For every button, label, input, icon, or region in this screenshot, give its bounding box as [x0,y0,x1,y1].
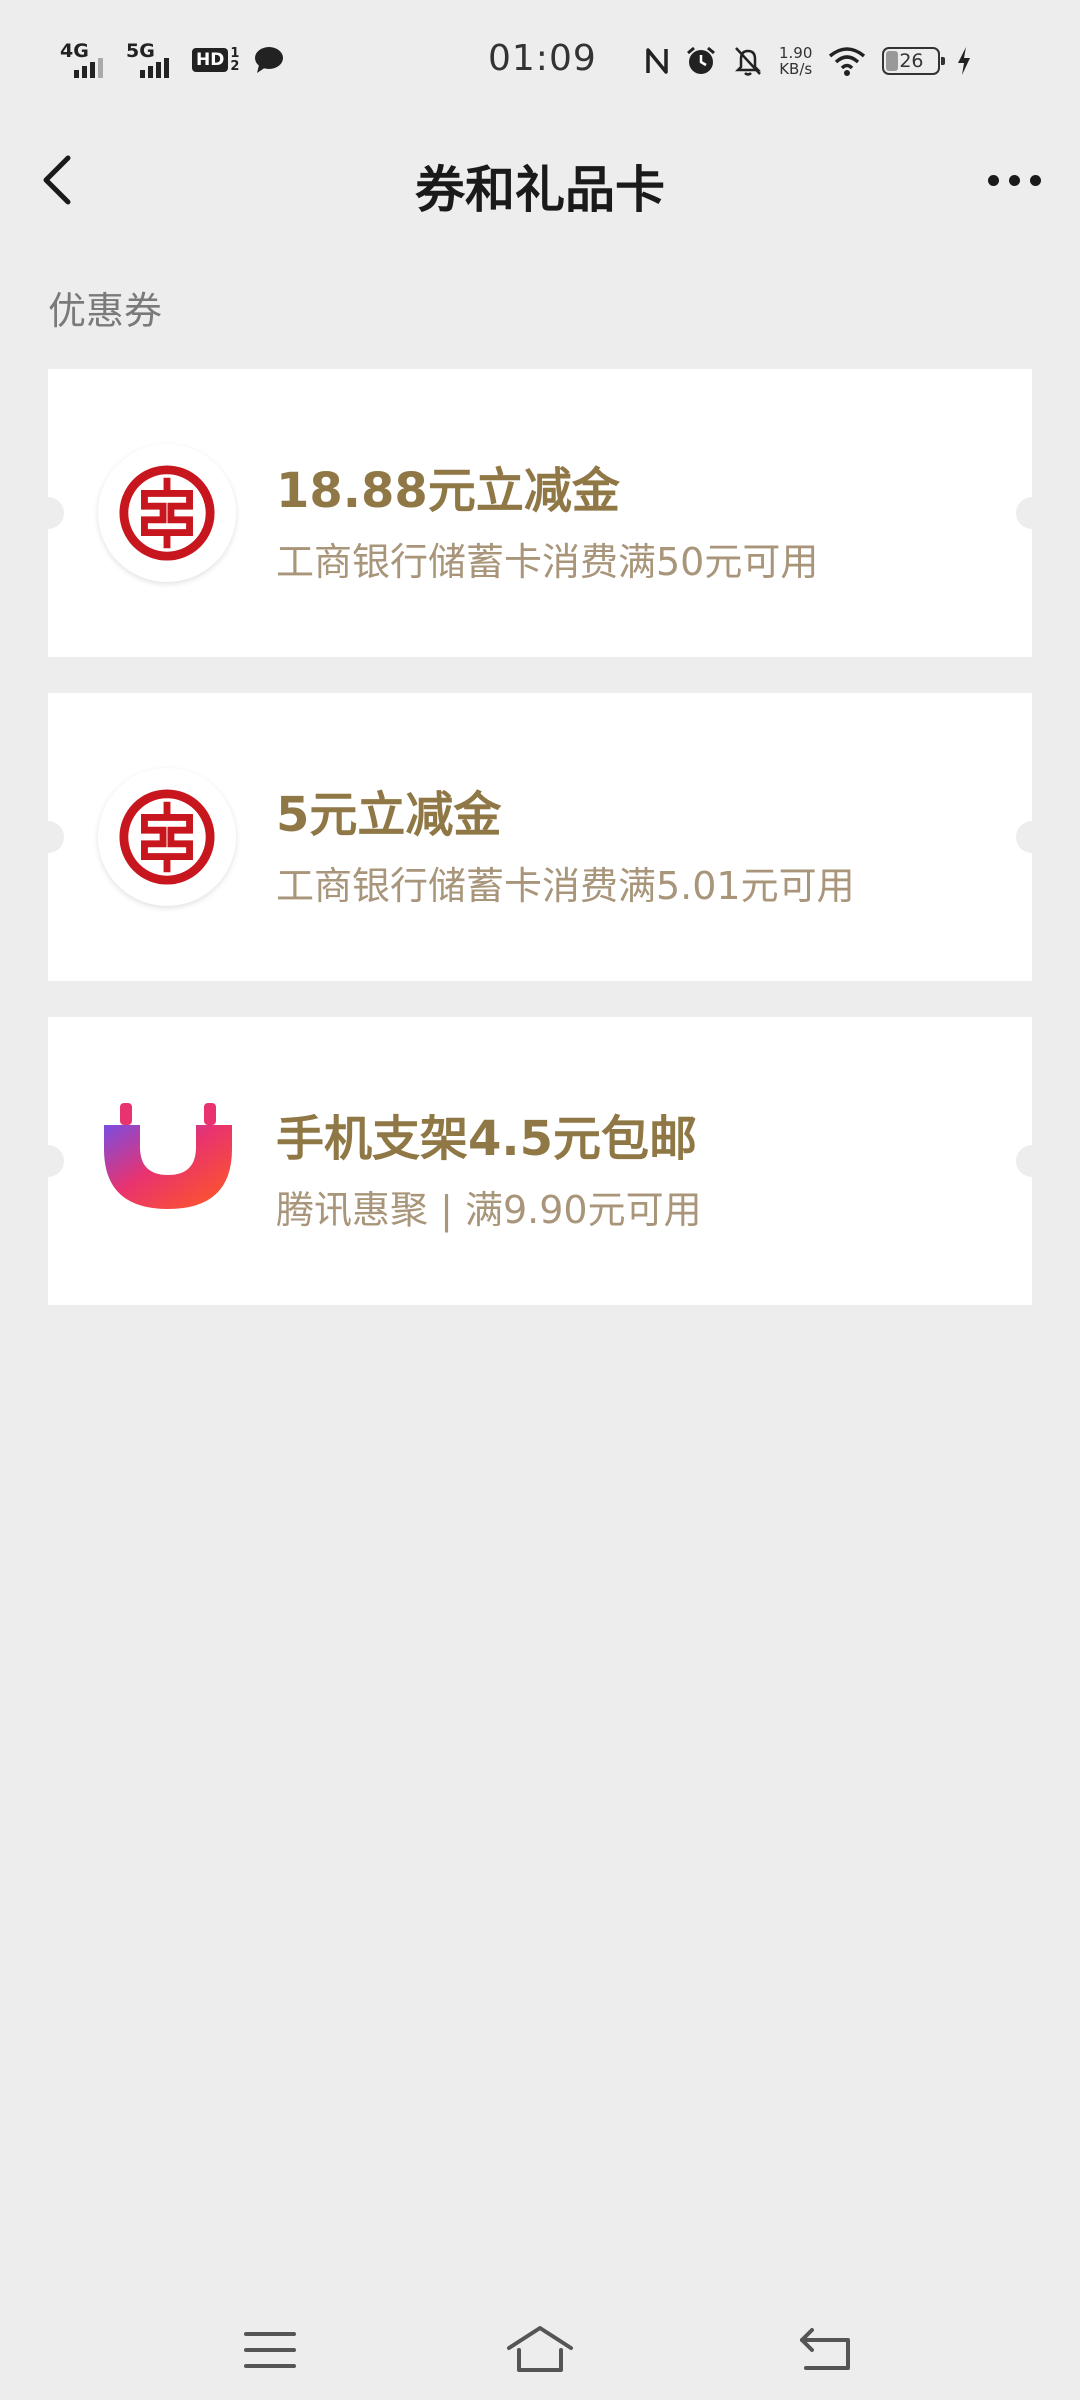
charging-icon [958,47,971,75]
ticket-notch [32,1145,64,1177]
coupon-title: 5元立减金 [276,787,502,843]
network-speed: 1.90 KB/s [779,45,812,77]
status-left: 4G 5G HD 1 2 [60,38,285,82]
system-nav-bar [0,2300,1080,2400]
coupon-subtitle: 工商银行储蓄卡消费满5.01元可用 [276,864,855,908]
nav-bar: 券和礼品卡 [0,120,1080,240]
home-icon [507,2326,573,2372]
mute-bell-icon [734,47,762,76]
coupon-subtitle: 腾讯惠聚 | 满9.90元可用 [276,1188,702,1232]
status-bar: 4G 5G HD 1 2 01:09 1.90 KB/s 26 [0,0,1080,120]
more-button[interactable] [976,148,1052,212]
status-time: 01:09 [488,38,597,79]
ticket-notch [1016,497,1048,529]
speed-value: 1.90 [779,44,813,62]
alarm-icon [687,46,715,74]
more-dot [1008,174,1020,186]
ticket-notch [32,821,64,853]
status-right: 1.90 KB/s 26 [645,36,972,86]
section-title: 优惠券 [48,289,163,333]
coupon-card[interactable]: 18.88元立减金 工商银行储蓄卡消费满50元可用 [32,369,1048,657]
coupon-subtitle: 工商银行储蓄卡消费满50元可用 [276,540,819,584]
page-title: 券和礼品卡 [415,161,665,219]
ticket-notch [1016,821,1048,853]
back-nav-button[interactable] [796,2322,856,2378]
wifi-icon [829,47,866,76]
back-icon [800,2328,850,2370]
icbc-logo [98,768,236,906]
ticket-notch [1016,1145,1048,1177]
icbc-logo [98,444,236,582]
coupon-title: 18.88元立减金 [276,463,620,519]
signal-icon: 5G [126,40,178,80]
chat-icon [255,47,284,73]
more-dots-icon [987,174,999,186]
tencent-huiju-logo [100,1097,236,1217]
coupon-card[interactable]: 手机支架4.5元包邮 腾讯惠聚 | 满9.90元可用 [32,1017,1048,1305]
speed-unit: KB/s [779,60,813,78]
nfc-icon [646,48,668,74]
menu-icon [244,2332,296,2368]
hd-sub-2: 2 [230,59,240,74]
more-dot [1029,174,1041,186]
home-button[interactable] [505,2322,575,2378]
hd-voice-icon: HD 1 2 [192,47,239,73]
coupon-title: 手机支架4.5元包邮 [276,1111,698,1167]
battery-level: 26 [899,50,924,72]
signal-icon: 4G [60,40,112,80]
battery-icon: 26 [882,47,946,75]
hd-label: HD [192,48,229,72]
menu-button[interactable] [240,2322,300,2378]
coupon-card[interactable]: 5元立减金 工商银行储蓄卡消费满5.01元可用 [32,693,1048,981]
ticket-notch [32,497,64,529]
